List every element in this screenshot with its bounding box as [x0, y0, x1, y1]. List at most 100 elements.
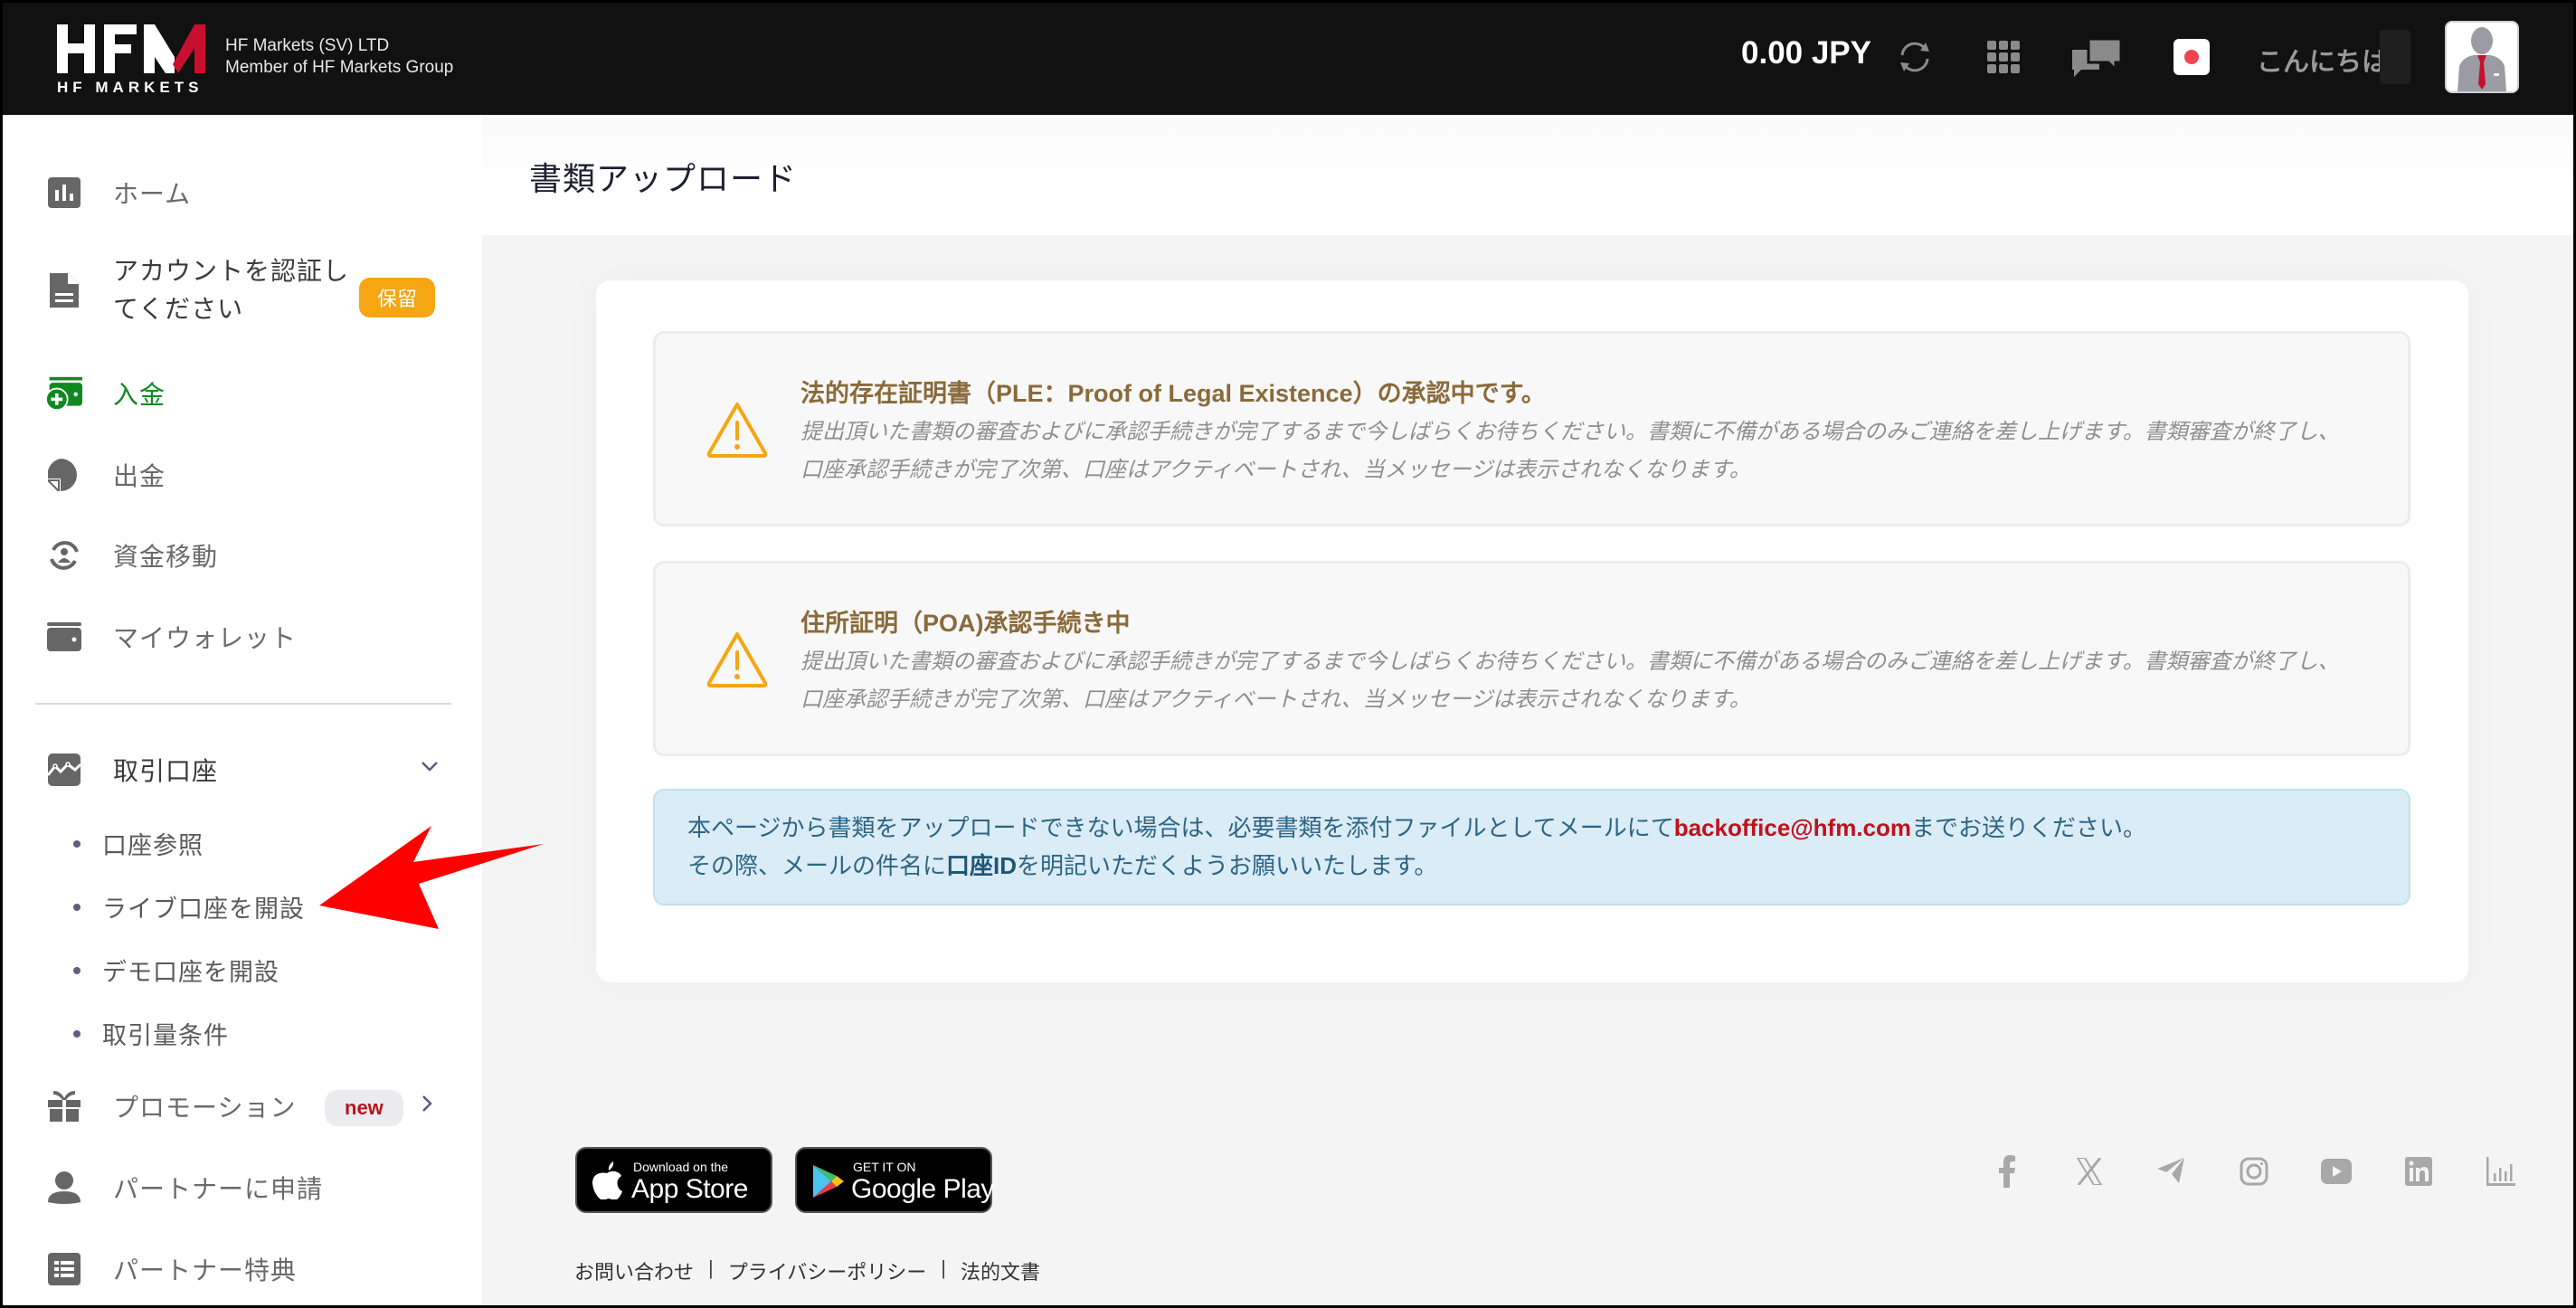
sidebar-item-my-wallet[interactable]: マイウォレット	[46, 619, 297, 655]
submenu-item-open-demo-account[interactable]: デモ口座を開設	[73, 953, 279, 988]
sidebar-item-label: 入金	[113, 381, 166, 409]
alert-body: 提出頂いた書類の審査およびに承認手続きが完了するまで今しばらくお待ちください。書…	[800, 420, 2340, 482]
hfm-logo[interactable]: HF MARKETS	[57, 21, 211, 96]
sidebar-item-label: パートナー特典	[113, 1256, 298, 1284]
submenu-item-label: 取引量条件	[102, 1022, 229, 1049]
document-icon	[46, 272, 82, 308]
upload-info-box: 本ページから書類をアップロードできない場合は、必要書類を添付ファイルとしてメール…	[653, 789, 2410, 905]
sidebar-item-partner-benefits[interactable]: パートナー特典	[46, 1251, 297, 1287]
sidebar-item-home[interactable]: ホーム	[46, 175, 191, 211]
sidebar-item-promotions[interactable]: プロモーション	[46, 1088, 296, 1124]
page-title: 書類アップロード	[529, 160, 798, 197]
warning-icon	[706, 403, 768, 458]
separator: |	[941, 1256, 947, 1279]
wallet-icon	[46, 619, 82, 655]
company-group: Member of HF Markets Group	[225, 58, 454, 77]
contact-link[interactable]: お問い合わせ	[574, 1256, 694, 1285]
alert-body: 提出頂いた書類の審査およびに承認手続きが完了するまで今しばらくお待ちください。書…	[800, 649, 2340, 712]
info-line-1: 本ページから書類をアップロードできない場合は、必要書類を添付ファイルとしてメール…	[687, 809, 2376, 847]
account-balance: 0.00 JPY	[1741, 35, 1871, 71]
bullet-icon	[73, 1029, 80, 1038]
backoffice-email-link[interactable]: backoffice@hfm.com	[1674, 814, 1911, 841]
sidebar-item-label: 出金	[113, 462, 166, 490]
sidebar-item-label: パートナーに申請	[113, 1175, 324, 1203]
submenu-item-label: 口座参照	[102, 832, 204, 859]
legal-documents-link[interactable]: 法的文書	[961, 1256, 1040, 1285]
info-text: までお送りください。	[1911, 814, 2147, 841]
google-play-icon	[813, 1165, 844, 1198]
page-titlebar: 書類アップロード	[482, 115, 2573, 235]
username-redacted	[2380, 30, 2410, 84]
hfm-logo-mark	[57, 24, 205, 73]
chevron-down-icon[interactable]	[421, 754, 439, 779]
bullet-icon	[73, 903, 80, 911]
sidebar-item-transfer[interactable]: 資金移動	[46, 537, 218, 573]
bullet-icon	[73, 839, 80, 848]
linkedin-icon[interactable]	[2377, 1153, 2459, 1190]
new-badge: new	[325, 1090, 403, 1126]
x-icon[interactable]	[2048, 1153, 2130, 1190]
app-store-big-text: App Store	[631, 1174, 748, 1204]
poa-status-alert: 住所証明（POA)承認手続き中 提出頂いた書類の審査およびに承認手続きが完了する…	[653, 561, 2410, 756]
google-play-big-text: Google Play	[851, 1174, 994, 1204]
sidebar-item-partner-apply[interactable]: パートナーに申請	[46, 1170, 323, 1206]
sidebar-item-label: マイウォレット	[113, 624, 298, 652]
sidebar-item-verify-account[interactable]: アカウントを認証してください	[46, 252, 357, 328]
google-play-small-text: GET IT ON	[853, 1160, 916, 1174]
logo-subtext: HF MARKETS	[57, 79, 204, 96]
social-links	[1965, 1153, 2542, 1190]
chat-icon[interactable]	[2072, 37, 2123, 83]
withdraw-icon	[46, 457, 82, 493]
japan-flag-icon[interactable]	[2174, 39, 2210, 75]
deposit-wallet-icon	[46, 375, 82, 412]
apps-grid-icon[interactable]	[1987, 41, 2020, 78]
top-header: HF MARKETS HF Markets (SV) LTD Member of…	[3, 3, 2573, 115]
facebook-icon[interactable]	[1965, 1153, 2048, 1190]
sidebar-item-label: 取引口座	[113, 757, 219, 785]
document-upload-card: 法的存在証明書（PLE：Proof of Legal Existence）の承認…	[596, 280, 2468, 982]
sidebar-item-deposit[interactable]: 入金	[46, 375, 166, 412]
sidebar: ホーム アカウントを認証してください 保留 入金 出金 資金移動 マイウォレット	[3, 115, 482, 1305]
telegram-icon[interactable]	[2130, 1153, 2212, 1190]
user-avatar[interactable]	[2445, 21, 2519, 93]
sidebar-item-trading-accounts[interactable]: 取引口座	[46, 752, 218, 788]
transfer-icon	[46, 537, 82, 573]
footer-links: お問い合わせ | プライバシーポリシー | 法的文書	[574, 1256, 1040, 1285]
analytics-icon[interactable]	[2459, 1153, 2542, 1190]
submenu-item-label: ライブ口座を開設	[102, 896, 305, 923]
submenu-item-open-live-account[interactable]: ライブ口座を開設	[73, 889, 305, 924]
sidebar-item-label: プロモーション	[113, 1094, 297, 1122]
alert-title: 住所証明（POA)承認手続き中	[800, 610, 1131, 637]
youtube-icon[interactable]	[2295, 1153, 2377, 1190]
bar-chart-icon	[46, 175, 82, 211]
greeting-text: こんにちは	[2257, 48, 2389, 77]
info-text: を明記いただくようお願いいたします。	[1017, 852, 1438, 879]
person-icon	[46, 1170, 82, 1206]
sidebar-item-label: 資金移動	[113, 543, 219, 571]
submenu-item-account-overview[interactable]: 口座参照	[73, 826, 204, 861]
app-store-button[interactable]: Download on the App Store	[575, 1147, 772, 1213]
refresh-icon[interactable]	[1895, 37, 1935, 81]
submenu-item-volume-conditions[interactable]: 取引量条件	[73, 1016, 229, 1051]
info-text: その際、メールの件名に	[687, 852, 947, 879]
annotation-arrow-icon	[319, 826, 544, 929]
info-text: 本ページから書類をアップロードできない場合は、必要書類を添付ファイルとしてメール…	[687, 814, 1674, 841]
company-name: HF Markets (SV) LTD	[225, 36, 390, 55]
google-play-button[interactable]: GET IT ON Google Play	[795, 1147, 994, 1213]
sidebar-item-withdraw[interactable]: 出金	[46, 457, 166, 493]
apple-icon	[592, 1161, 622, 1199]
submenu-item-label: デモ口座を開設	[102, 959, 279, 986]
alert-title: 法的存在証明書（PLE：Proof of Legal Existence）の承認…	[800, 380, 1546, 407]
chart-area-icon	[46, 752, 82, 788]
privacy-policy-link[interactable]: プライバシーポリシー	[728, 1256, 927, 1285]
chevron-right-icon[interactable]	[421, 1094, 433, 1119]
account-id-emphasis: 口座ID	[946, 852, 1018, 879]
sidebar-item-label: アカウントを認証してください	[113, 257, 350, 323]
app-store-small-text: Download on the	[633, 1160, 729, 1174]
pending-badge: 保留	[359, 278, 436, 318]
gift-icon	[46, 1088, 82, 1124]
company-info: HF Markets (SV) LTD Member of HF Markets…	[225, 35, 453, 79]
sidebar-item-label: ホーム	[113, 180, 192, 208]
instagram-icon[interactable]	[2212, 1153, 2295, 1190]
separator: |	[708, 1256, 714, 1279]
